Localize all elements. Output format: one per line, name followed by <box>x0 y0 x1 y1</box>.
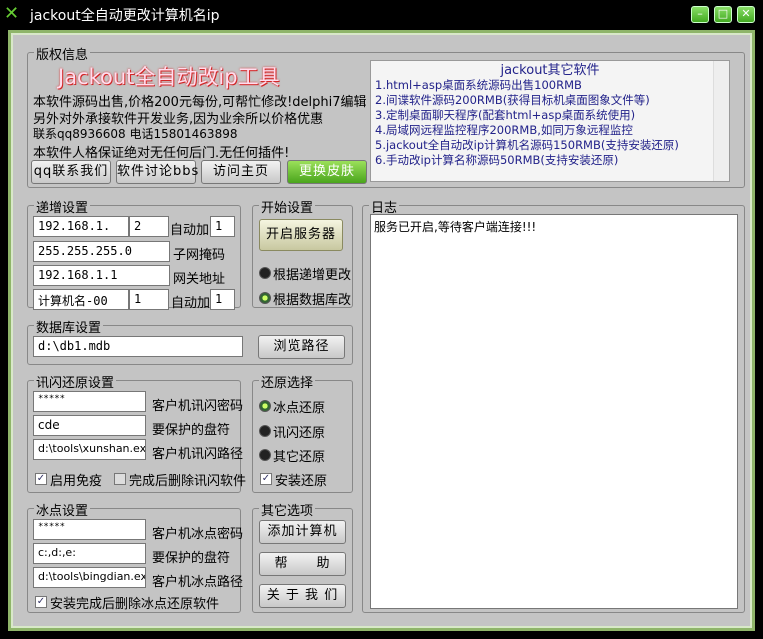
list-item: 5.jackout全自动改ip计算机名源码150RMB(支持安装还原) <box>375 138 679 152</box>
delete-xunshan-checkbox[interactable] <box>114 473 126 485</box>
delete-bingdian-label: 安装完成后删除冰点还原软件 <box>50 597 220 612</box>
xunshan-password-label: 客户机讯闪密码 <box>152 399 244 414</box>
start-server-button[interactable]: 开启服务器 <box>259 219 343 251</box>
list-title: jackout其它软件 <box>500 63 600 78</box>
immunity-checkbox[interactable]: ✓ <box>35 473 47 485</box>
group-label: 讯闪还原设置 <box>34 372 117 391</box>
group-label: 递增设置 <box>34 197 91 216</box>
main-panel: 版权信息 Jackout全自动改ip工具 本软件源码出售,价格200元每份,可帮… <box>8 30 755 631</box>
name-start-input[interactable]: 1 <box>129 289 169 310</box>
list-item: 3.定制桌面聊天程序(配套html+asp桌面系统使用) <box>375 108 636 122</box>
homepage-button[interactable]: 访问主页 <box>201 160 281 184</box>
bingdian-password-input[interactable]: ***** <box>33 519 146 540</box>
group-label: 其它选项 <box>259 500 316 519</box>
log-group: 日志 服务已开启,等待客户端连接!!! <box>362 197 745 613</box>
install-restore-checkbox[interactable]: ✓ <box>260 473 272 485</box>
info-line: 本软件人格保证绝对无任何后门.无任何插件! <box>33 146 290 161</box>
gateway-input[interactable]: 192.168.1.1 <box>33 265 170 286</box>
group-label: 开始设置 <box>259 197 316 216</box>
immunity-label: 启用免疫 <box>50 474 103 489</box>
xunshan-path-label: 客户机讯闪路径 <box>152 447 244 462</box>
log-textarea[interactable]: 服务已开启,等待客户端连接!!! <box>370 214 738 609</box>
start-group: 开始设置 开启服务器 根据递增更改 根据数据库改 <box>252 197 353 308</box>
gateway-label: 网关地址 <box>173 272 226 287</box>
bingdian-drives-input[interactable]: c:,d:,e: <box>33 543 146 564</box>
xunshan-path-input[interactable]: d:\tools\xunshan.exe <box>33 439 146 460</box>
name-step-input[interactable]: 1 <box>210 289 235 310</box>
ip-prefix-input[interactable]: 192.168.1. <box>33 216 129 237</box>
copyright-group: 版权信息 Jackout全自动改ip工具 本软件源码出售,价格200元每份,可帮… <box>27 44 745 188</box>
list-item: 4.局域网远程监控程序200RMB,如同万象远程监控 <box>375 123 633 137</box>
title-bar: ✕ jackout全自动更改计算机名ip – □ ✕ <box>0 0 763 28</box>
bingdian-path-input[interactable]: d:\tools\bingdian.exe <box>33 567 146 588</box>
ip-start-input[interactable]: 2 <box>129 216 169 237</box>
radio-xunshan[interactable] <box>259 425 271 437</box>
auto-add-label: 自动加 <box>171 296 211 311</box>
about-button[interactable]: 关 于 我 们 <box>259 584 346 608</box>
subnet-mask-label: 子网掩码 <box>173 248 226 263</box>
add-computer-button[interactable]: 添加计算机 <box>259 520 346 544</box>
group-label: 还原选择 <box>259 372 316 391</box>
radio-other[interactable] <box>259 449 271 461</box>
bingdian-password-label: 客户机冰点密码 <box>152 527 244 542</box>
list-item: 6.手动改ip计算名称源码50RMB(支持安装还原) <box>375 153 619 167</box>
ip-step-input[interactable]: 1 <box>210 216 235 237</box>
radio-xunshan-label: 讯闪还原 <box>273 426 326 441</box>
close-button[interactable]: ✕ <box>737 6 755 23</box>
name-prefix-input[interactable]: 计算机名-00 <box>33 289 129 310</box>
other-options-group: 其它选项 添加计算机 帮 助 关 于 我 们 <box>252 500 353 613</box>
change-skin-button[interactable]: 更换皮肤 <box>287 160 367 184</box>
delete-xunshan-label: 完成后删除讯闪软件 <box>129 474 247 489</box>
qq-contact-button[interactable]: qq联系我们 <box>31 160 111 184</box>
list-item: 1.html+asp桌面系统源码出售100RMB <box>375 78 582 92</box>
xunshan-drives-label: 要保护的盘符 <box>152 423 231 438</box>
database-group: 数据库设置 d:\db1.mdb 浏览路径 <box>27 317 353 365</box>
auto-add-label: 自动加 <box>170 223 210 238</box>
forum-button[interactable]: 软件讨论bbs <box>116 160 198 184</box>
xunshan-drives-input[interactable]: cde <box>33 415 146 436</box>
radio-bingdian-label: 冰点还原 <box>273 401 326 416</box>
list-item: 2.间谍软件源码200RMB(获得目标机桌面图象文件等) <box>375 93 650 107</box>
xunshan-group: 讯闪还原设置 ***** 客户机讯闪密码 cde 要保护的盘符 d:\tools… <box>27 372 246 493</box>
delete-bingdian-checkbox[interactable]: ✓ <box>35 596 47 608</box>
increment-group: 递增设置 192.168.1. 2 自动加 1 255.255.255.0 子网… <box>27 197 241 311</box>
radio-other-label: 其它还原 <box>273 450 326 465</box>
help-button[interactable]: 帮 助 <box>259 552 346 576</box>
bingdian-path-label: 客户机冰点路径 <box>152 575 244 590</box>
install-restore-label: 安装还原 <box>275 474 328 489</box>
radio-increment[interactable] <box>259 267 271 279</box>
other-software-list: jackout其它软件 1.html+asp桌面系统源码出售100RMB 2.间… <box>370 60 730 182</box>
radio-bingdian[interactable] <box>259 400 271 412</box>
bingdian-drives-label: 要保护的盘符 <box>152 551 231 566</box>
radio-database-label: 根据数据库改 <box>273 293 352 308</box>
browse-button[interactable]: 浏览路径 <box>258 335 345 359</box>
banner-title: Jackout全自动改ip工具 <box>58 65 280 89</box>
restore-group: 还原选择 冰点还原 讯闪还原 其它还原 ✓ 安装还原 <box>252 372 353 493</box>
group-label: 冰点设置 <box>34 500 91 519</box>
bingdian-group: 冰点设置 ***** 客户机冰点密码 c:,d:,e: 要保护的盘符 d:\to… <box>27 500 244 613</box>
xunshan-password-input[interactable]: ***** <box>33 391 146 412</box>
radio-database[interactable] <box>259 292 271 304</box>
scrollbar[interactable] <box>713 61 729 181</box>
subnet-mask-input[interactable]: 255.255.255.0 <box>33 241 170 262</box>
database-path-input[interactable]: d:\db1.mdb <box>33 336 243 357</box>
minimize-button[interactable]: – <box>691 6 709 23</box>
radio-increment-label: 根据递增更改 <box>273 268 352 283</box>
app-logo-icon: ✕ <box>4 3 20 24</box>
window-title: jackout全自动更改计算机名ip <box>30 8 220 24</box>
group-label: 数据库设置 <box>34 317 104 336</box>
maximize-button[interactable]: □ <box>714 6 732 23</box>
info-line: 联系qq8936608 电话15801463898 <box>33 127 238 141</box>
